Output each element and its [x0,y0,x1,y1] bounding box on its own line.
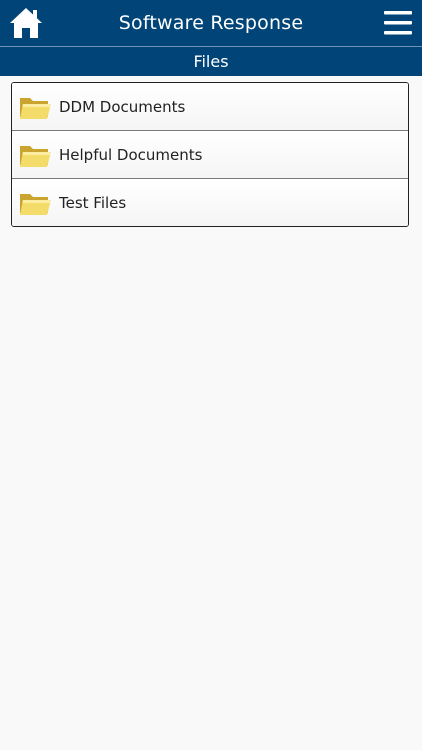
app-header: Software Response [0,0,422,46]
menu-button[interactable] [384,9,412,37]
folder-icon [20,97,51,119]
file-item-helpful-documents[interactable]: Helpful Documents [12,131,408,179]
page-title: Software Response [118,12,304,34]
folder-icon [20,193,51,215]
home-icon [10,8,42,38]
file-list: DDM Documents Helpful Documents Test Fil… [11,82,409,227]
file-item-label: DDM Documents [59,97,186,116]
file-item-label: Helpful Documents [59,145,203,164]
folder-icon [20,145,51,167]
section-title: Files [193,52,229,71]
file-item-ddm-documents[interactable]: DDM Documents [12,83,408,131]
home-button[interactable] [8,6,44,40]
hamburger-menu-icon [384,11,412,35]
file-item-test-files[interactable]: Test Files [12,179,408,226]
section-header: Files [0,47,422,76]
file-item-label: Test Files [59,193,127,212]
